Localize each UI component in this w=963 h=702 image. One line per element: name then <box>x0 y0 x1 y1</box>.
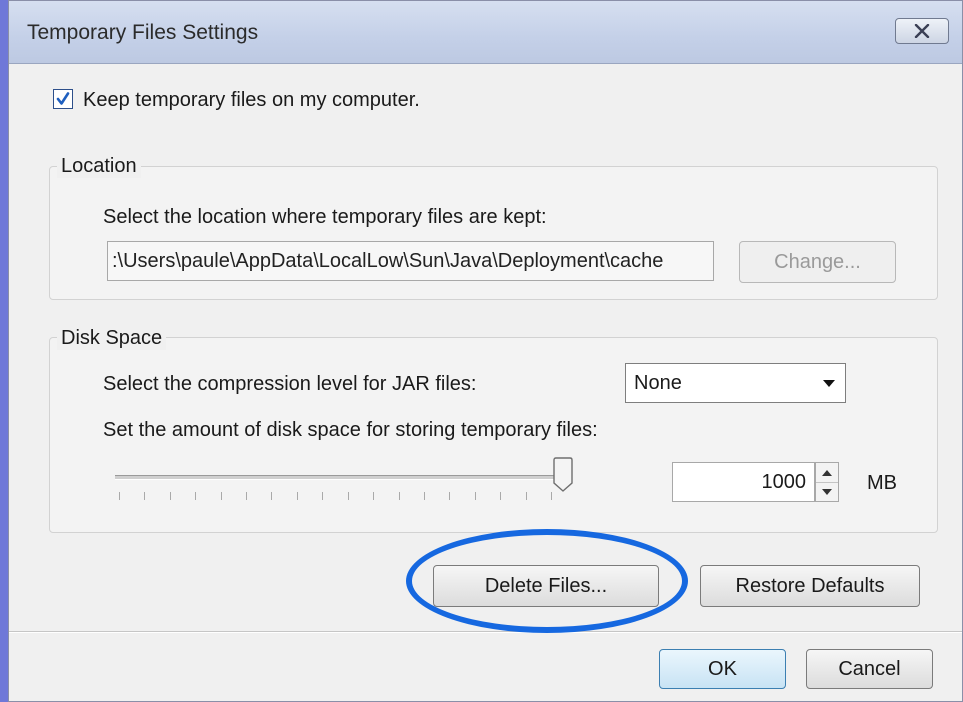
disk-amount-unit: MB <box>867 472 897 494</box>
disk-space-legend: Disk Space <box>57 327 167 350</box>
close-icon <box>914 24 930 38</box>
slider-tick <box>373 492 374 500</box>
location-legend: Location <box>57 155 141 178</box>
checkmark-icon <box>56 92 70 105</box>
footer-separator <box>9 631 962 633</box>
slider-tick <box>399 492 400 500</box>
slider-tick <box>170 492 171 500</box>
temporary-files-settings-dialog: Temporary Files Settings Keep temporary … <box>8 0 963 702</box>
spin-down-icon <box>822 488 832 495</box>
location-path-field[interactable]: :\Users\paule\AppData\LocalLow\Sun\Java\… <box>107 241 714 281</box>
slider-tick <box>195 492 196 500</box>
slider-tick <box>322 492 323 500</box>
slider-tick <box>271 492 272 500</box>
disk-amount-spinner[interactable] <box>815 462 839 502</box>
disk-amount-label: Set the amount of disk space for storing… <box>103 419 598 441</box>
chevron-down-icon <box>823 380 835 387</box>
slider-tick <box>297 492 298 500</box>
disk-space-slider-thumb[interactable] <box>552 457 574 493</box>
spin-down-button[interactable] <box>816 482 838 501</box>
slider-tick <box>475 492 476 500</box>
title-bar[interactable]: Temporary Files Settings <box>9 1 962 64</box>
keep-files-checkbox[interactable] <box>53 89 73 109</box>
compression-value: None <box>634 372 682 394</box>
slider-tick <box>449 492 450 500</box>
slider-tick <box>500 492 501 500</box>
spin-up-icon <box>822 469 832 476</box>
compression-dropdown[interactable]: None <box>625 363 846 403</box>
slider-tick <box>119 492 120 500</box>
slider-tick <box>221 492 222 500</box>
slider-tick <box>348 492 349 500</box>
spin-up-button[interactable] <box>816 463 838 483</box>
keep-files-label[interactable]: Keep temporary files on my computer. <box>83 89 420 112</box>
change-button[interactable]: Change... <box>739 241 896 283</box>
restore-defaults-button[interactable]: Restore Defaults <box>700 565 920 607</box>
compression-label: Select the compression level for JAR fil… <box>103 373 477 395</box>
slider-tick <box>144 492 145 500</box>
disk-amount-field[interactable]: 1000 <box>672 462 815 502</box>
ok-button[interactable]: OK <box>659 649 786 689</box>
slider-tick <box>551 492 552 500</box>
slider-tick <box>424 492 425 500</box>
slider-tick <box>246 492 247 500</box>
cancel-button[interactable]: Cancel <box>806 649 933 689</box>
delete-files-button[interactable]: Delete Files... <box>433 565 659 607</box>
slider-ticks <box>119 492 552 502</box>
location-instruction: Select the location where temporary file… <box>103 206 547 228</box>
window-title: Temporary Files Settings <box>27 21 259 44</box>
disk-space-slider-track[interactable] <box>115 475 563 480</box>
close-button[interactable] <box>895 18 949 44</box>
slider-tick <box>526 492 527 500</box>
